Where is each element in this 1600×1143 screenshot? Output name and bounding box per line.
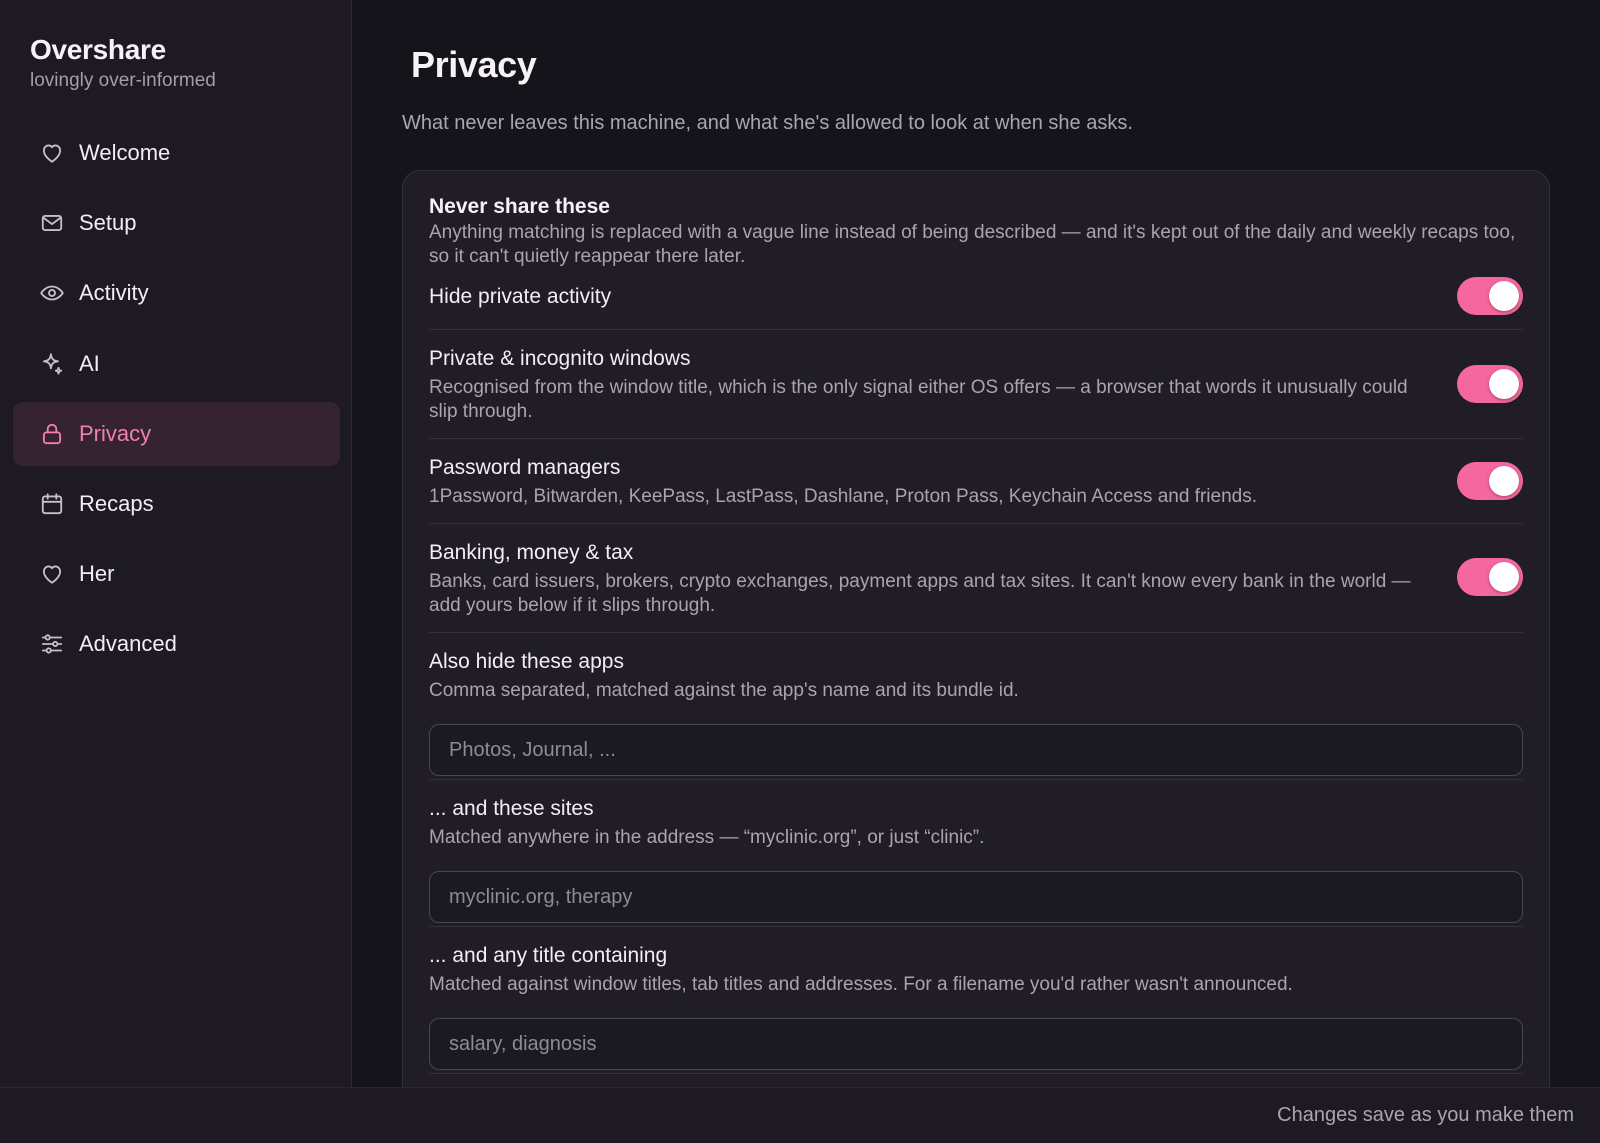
hidden-titles-input[interactable] [429, 1018, 1523, 1070]
privacy-card: Never share these Anything matching is r… [402, 170, 1550, 1087]
toggle-title: Banking, money & tax [429, 541, 634, 564]
section-description: Anything matching is replaced with a vag… [429, 222, 1516, 267]
toggle-row-incognito: Private & incognito windows Recognised f… [429, 330, 1523, 439]
app-tagline: lovingly over-informed [30, 70, 216, 91]
incognito-toggle[interactable] [1457, 365, 1523, 403]
sparkle-icon [39, 351, 65, 377]
field-description: Matched against window titles, tab title… [429, 974, 1293, 995]
heart-icon [39, 561, 65, 587]
sidebar-item-label: Recaps [79, 490, 154, 516]
brand: Overshare lovingly over-informed [30, 34, 216, 92]
sidebar-item-label: Privacy [79, 420, 152, 446]
field-row-titles: ... and any title containing Matched aga… [429, 927, 1523, 1074]
sidebar-item-her[interactable]: Her [13, 542, 340, 606]
page-title: Privacy [411, 44, 537, 85]
banking-toggle[interactable] [1457, 558, 1523, 596]
envelope-icon [39, 210, 65, 236]
toggle-description: Banks, card issuers, brokers, crypto exc… [429, 571, 1411, 616]
sidebar-item-label: Setup [79, 210, 137, 236]
hidden-apps-input[interactable] [429, 724, 1523, 776]
toggle-title: Hide private activity [429, 285, 612, 308]
sidebar-item-label: Activity [79, 280, 149, 306]
sliders-icon [39, 631, 65, 657]
sidebar-item-welcome[interactable]: Welcome [13, 121, 340, 185]
field-title: ... and these sites [429, 797, 594, 820]
sidebar-item-label: Advanced [79, 631, 177, 657]
toggle-row-hide-private: Hide private activity [429, 269, 1523, 330]
save-status: Changes save as you make them [1277, 1104, 1574, 1126]
heart-icon [39, 140, 65, 166]
sidebar: Overshare lovingly over-informed Welcome… [0, 0, 352, 1087]
sidebar-item-ai[interactable]: AI [13, 332, 340, 396]
field-title: ... and any title containing [429, 944, 668, 967]
eye-icon [39, 280, 65, 306]
field-row-sites: ... and these sites Matched anywhere in … [429, 780, 1523, 927]
sidebar-item-label: AI [79, 350, 100, 376]
hidden-sites-input[interactable] [429, 871, 1523, 923]
sidebar-item-advanced[interactable]: Advanced [13, 612, 340, 676]
toggle-knob [1489, 281, 1519, 311]
sidebar-item-setup[interactable]: Setup [13, 191, 340, 255]
toggle-description: 1Password, Bitwarden, KeePass, LastPass,… [429, 486, 1257, 507]
section-title: Never share these [429, 195, 610, 218]
sidebar-item-recaps[interactable]: Recaps [13, 472, 340, 536]
toggle-title: Password managers [429, 456, 621, 479]
toggle-row-password-managers: Password managers 1Password, Bitwarden, … [429, 439, 1523, 524]
sidebar-item-label: Welcome [79, 140, 171, 165]
sidebar-item-activity[interactable]: Activity [13, 261, 340, 325]
password-managers-toggle[interactable] [1457, 462, 1523, 500]
lock-icon [39, 421, 65, 447]
toggle-knob [1489, 466, 1519, 496]
main-content: Privacy What never leaves this machine, … [353, 0, 1600, 1087]
field-description: Matched anywhere in the address — “mycli… [429, 827, 985, 848]
toggle-title: Private & incognito windows [429, 347, 691, 370]
toggle-knob [1489, 562, 1519, 592]
sidebar-item-label: Her [79, 561, 115, 587]
hide-private-toggle[interactable] [1457, 277, 1523, 315]
field-description: Comma separated, matched against the app… [429, 680, 1019, 701]
field-title: Also hide these apps [429, 650, 624, 673]
calendar-icon [39, 491, 65, 517]
sidebar-nav: Welcome Setup Activity AI Privacy Recaps… [13, 121, 340, 683]
toggle-knob [1489, 369, 1519, 399]
toggle-row-banking: Banking, money & tax Banks, card issuers… [429, 524, 1523, 633]
toggle-description: Recognised from the window title, which … [429, 377, 1408, 422]
page-subtitle: What never leaves this machine, and what… [402, 112, 1133, 134]
field-row-apps: Also hide these apps Comma separated, ma… [429, 633, 1523, 780]
footer-bar: Changes save as you make them [0, 1087, 1600, 1143]
app-name: Overshare [30, 34, 166, 65]
sidebar-item-privacy[interactable]: Privacy [13, 401, 340, 466]
